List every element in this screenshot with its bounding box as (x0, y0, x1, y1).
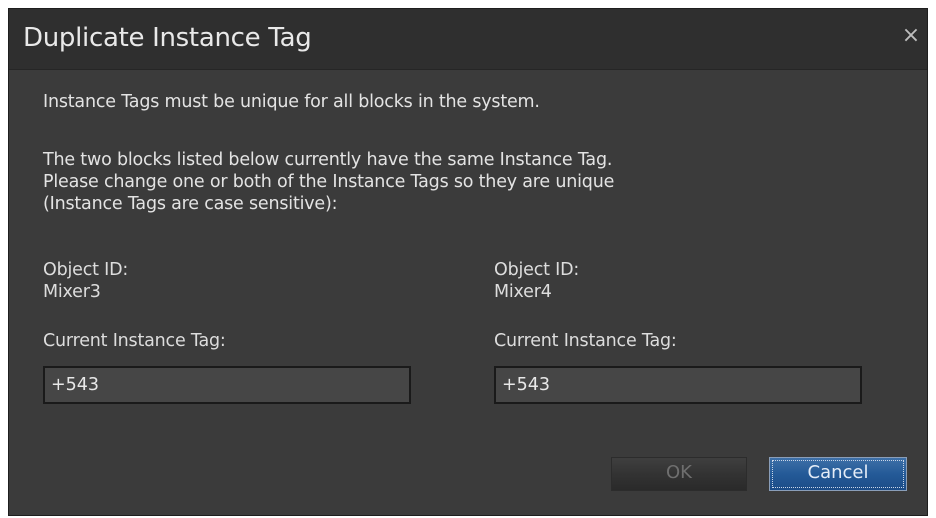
close-button[interactable]: × (897, 21, 925, 51)
duplicate-instance-tag-dialog: Duplicate Instance Tag × Instance Tags m… (8, 8, 928, 516)
right-block-panel: Object ID: Mixer4 Current Instance Tag: (494, 259, 864, 404)
focus-ring (772, 460, 904, 488)
right-instance-tag-label: Current Instance Tag: (494, 331, 677, 351)
left-instance-tag-label: Current Instance Tag: (43, 331, 226, 351)
right-object-id-label: Object ID: (494, 260, 580, 280)
title-bar[interactable]: Duplicate Instance Tag × (9, 9, 927, 70)
left-object-id-label: Object ID: (43, 260, 129, 280)
dialog-title: Duplicate Instance Tag (23, 23, 312, 53)
explanation-line-2: Please change one or both of the Instanc… (43, 172, 615, 192)
right-instance-tag-input[interactable] (494, 366, 862, 404)
uniqueness-message: Instance Tags must be unique for all blo… (43, 92, 540, 112)
left-object-id-value: Mixer3 (43, 282, 101, 302)
cancel-button[interactable]: Cancel (769, 457, 907, 491)
left-instance-tag-input[interactable] (43, 366, 411, 404)
explanation-line-3: (Instance Tags are case sensitive): (43, 194, 338, 214)
ok-button[interactable]: OK (611, 457, 747, 491)
right-object-id-value: Mixer4 (494, 282, 552, 302)
explanation-line-1: The two blocks listed below currently ha… (43, 150, 613, 170)
left-block-panel: Object ID: Mixer3 Current Instance Tag: (43, 259, 413, 404)
duplicate-explanation: The two blocks listed below currently ha… (43, 149, 614, 215)
ok-button-label: OK (666, 462, 692, 483)
close-icon: × (901, 23, 921, 48)
